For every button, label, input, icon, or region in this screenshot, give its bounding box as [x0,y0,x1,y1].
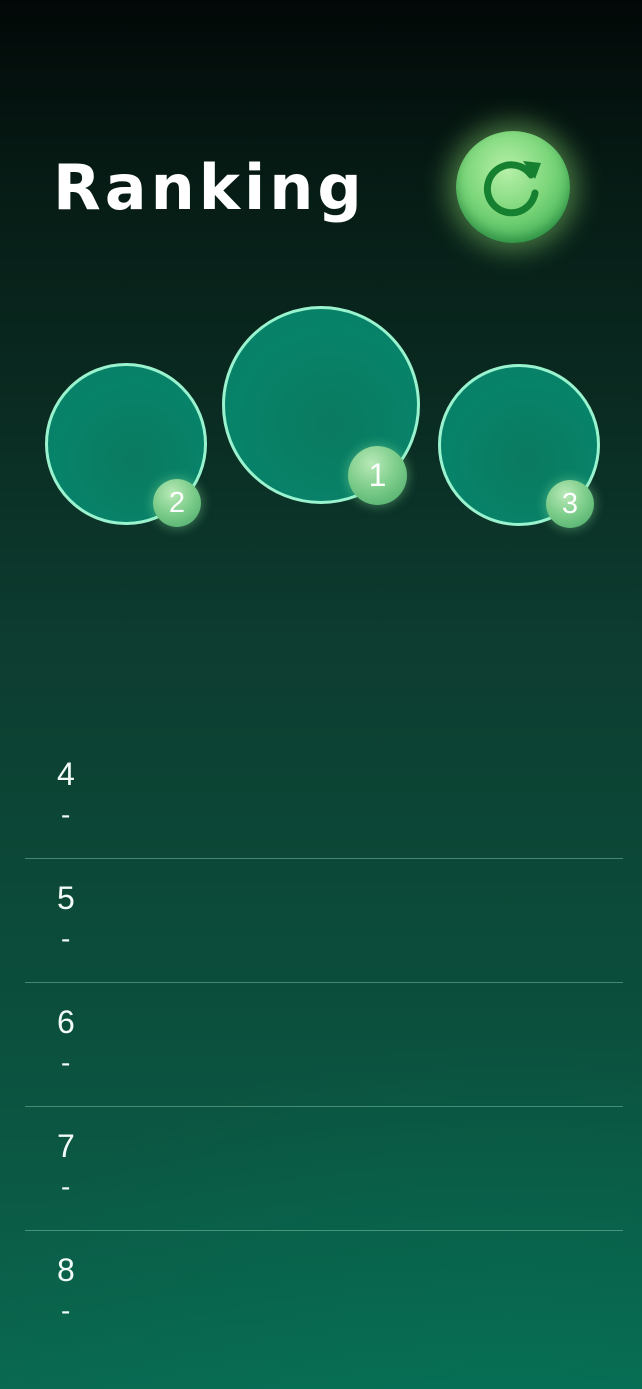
refresh-button[interactable] [456,131,570,243]
player-name: - [61,1047,71,1078]
ranking-row[interactable]: 5 - [25,859,623,983]
player-name: - [61,799,71,830]
player-name: - [61,1295,71,1326]
rank-badge-2: 2 [153,479,201,527]
rank-badge-3: 3 [546,480,594,528]
player-name: - [61,923,71,954]
rank-number: 4 [57,756,75,792]
rank-number: 7 [57,1128,75,1164]
ranking-row[interactable]: 7 - [25,1107,623,1231]
refresh-icon [483,161,541,217]
player-name: - [61,1171,71,1202]
rank-number: 8 [57,1252,75,1288]
rank-badge-1: 1 [348,446,407,505]
page-title: Ranking [53,151,366,224]
rank-number: 6 [57,1004,75,1040]
ranking-row[interactable]: 4 - [25,735,623,859]
ranking-row[interactable]: 8 - [25,1231,623,1355]
rank-number: 5 [57,880,75,916]
ranking-list: 4 - 5 - 6 - 7 - 8 - [25,735,623,1355]
ranking-row[interactable]: 6 - [25,983,623,1107]
